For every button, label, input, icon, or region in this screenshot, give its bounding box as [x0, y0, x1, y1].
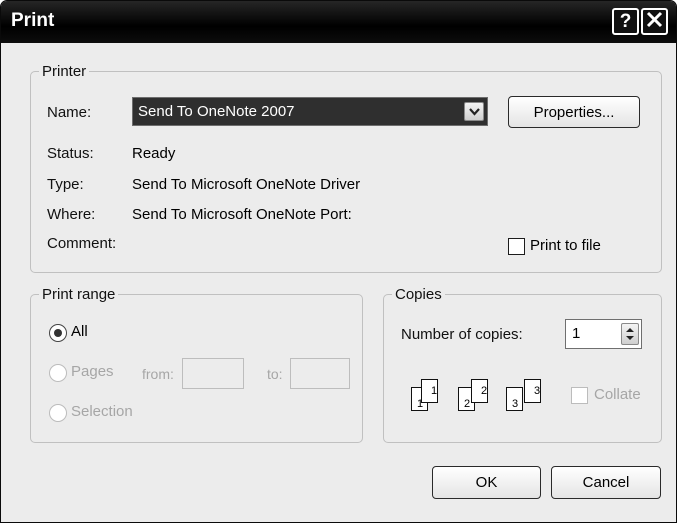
collate-checkbox[interactable] [571, 387, 588, 404]
number-of-copies-input[interactable]: 1 [565, 319, 642, 349]
cancel-button[interactable]: Cancel [551, 466, 661, 499]
name-label: Name: [47, 104, 92, 121]
comment-label: Comment: [47, 235, 117, 252]
print-range-legend: Print range [42, 286, 116, 303]
printer-name-value: Send To OneNote 2007 [138, 103, 295, 120]
print-range-selection-radio[interactable] [49, 404, 67, 422]
status-value: Ready [132, 145, 176, 162]
collate-page: 3 [524, 379, 541, 403]
printer-name-select[interactable]: Send To OneNote 2007 [132, 97, 488, 126]
copies-spinner[interactable] [621, 323, 639, 345]
print-range-all-radio[interactable] [49, 324, 67, 342]
print-dialog: Print ? Printer Name: Send To OneNote 20… [0, 0, 677, 523]
number-of-copies-label: Number of copies: [401, 326, 523, 343]
printer-group-legend: Printer [42, 63, 87, 80]
print-to-file-checkbox[interactable] [508, 238, 525, 255]
where-value: Send To Microsoft OneNote Port: [132, 206, 352, 223]
title-bar[interactable]: Print ? [1, 1, 676, 43]
collate-label[interactable]: Collate [594, 386, 641, 403]
pages-from-label: from: [142, 366, 174, 382]
collate-page: 3 [506, 387, 523, 411]
type-value: Send To Microsoft OneNote Driver [132, 176, 361, 193]
pages-from-input[interactable] [182, 358, 244, 389]
properties-button[interactable]: Properties... [508, 96, 640, 128]
copies-group: Copies [383, 286, 662, 443]
help-button[interactable]: ? [612, 8, 639, 35]
radio-selected-dot [54, 329, 62, 337]
dialog-title: Print [11, 10, 55, 31]
pages-to-input[interactable] [290, 358, 350, 389]
print-range-pages-label[interactable]: Pages [71, 363, 114, 380]
ok-button[interactable]: OK [432, 466, 541, 499]
collate-page: 2 [471, 379, 488, 403]
number-of-copies-value: 1 [572, 325, 581, 342]
print-range-pages-radio[interactable] [49, 364, 67, 382]
copies-legend: Copies [395, 286, 442, 303]
pages-to-label: to: [267, 366, 283, 382]
print-to-file-label[interactable]: Print to file [530, 237, 601, 254]
help-icon: ? [619, 10, 632, 32]
status-label: Status: [47, 145, 94, 162]
type-label: Type: [47, 176, 84, 193]
where-label: Where: [47, 206, 96, 223]
spinner-arrows-icon [626, 328, 634, 340]
print-range-selection-label[interactable]: Selection [71, 403, 133, 420]
print-range-all-label[interactable]: All [71, 323, 88, 340]
close-icon [645, 10, 664, 33]
collate-page: 1 [421, 379, 438, 403]
close-button[interactable] [641, 8, 668, 35]
chevron-down-icon[interactable] [464, 102, 484, 121]
